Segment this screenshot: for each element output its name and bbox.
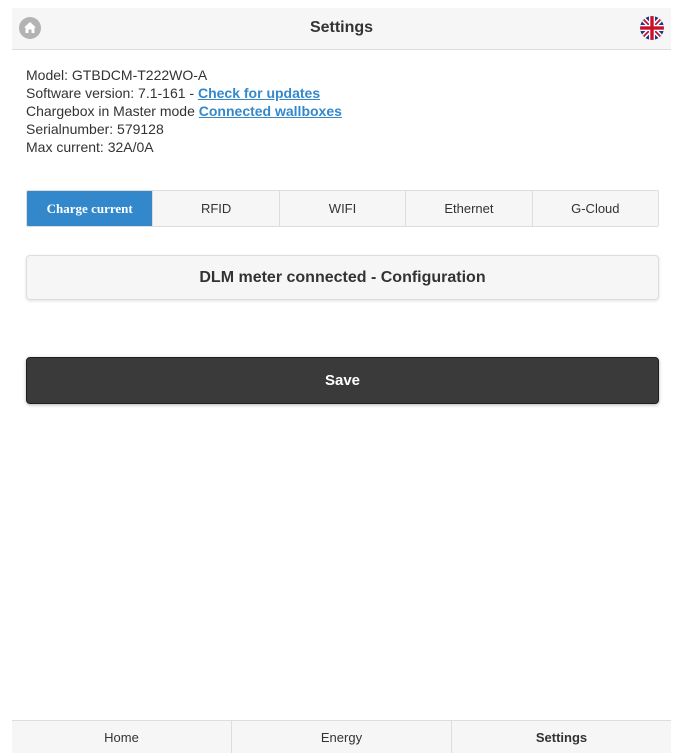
software-version-text: Software version: 7.1-161 -: [26, 85, 198, 101]
tab-ethernet[interactable]: Ethernet: [405, 191, 532, 226]
page-title: Settings: [309, 19, 374, 36]
tab-wifi[interactable]: WIFI: [278, 191, 406, 226]
footer-nav: Home Energy Settings: [12, 720, 671, 753]
software-version-line: Software version: 7.1-161 - Check for up…: [26, 84, 342, 102]
serial-number-text: Serialnumber: 579128: [26, 121, 164, 137]
mode-line: Chargebox in Master mode Connected wallb…: [26, 102, 342, 120]
tab-charge-current[interactable]: Charge current: [27, 191, 153, 226]
footer-tab-energy[interactable]: Energy: [231, 721, 451, 753]
footer-tab-settings[interactable]: Settings: [451, 721, 671, 753]
check-updates-link[interactable]: Check for updates: [198, 85, 320, 101]
settings-tabs: Charge current RFID WIFI Ethernet G-Clou…: [26, 190, 659, 227]
save-button[interactable]: Save: [26, 357, 659, 404]
uk-flag-icon: [640, 16, 664, 40]
footer-tab-home[interactable]: Home: [12, 721, 231, 753]
language-button[interactable]: [640, 16, 664, 40]
connected-wallboxes-link[interactable]: Connected wallboxes: [199, 103, 342, 119]
max-current-text: Max current: 32A/0A: [26, 139, 154, 155]
mode-text: Chargebox in Master mode: [26, 103, 199, 119]
header-bar: Settings: [12, 8, 671, 50]
tab-g-cloud[interactable]: G-Cloud: [531, 191, 658, 226]
app-root: Settings Model: GTBDCM-T222WO-A Software…: [12, 8, 671, 753]
device-info: Model: GTBDCM-T222WO-A Software version:…: [26, 66, 342, 156]
tab-rfid[interactable]: RFID: [152, 191, 279, 226]
model-text: Model: GTBDCM-T222WO-A: [26, 67, 208, 83]
dlm-configuration-button[interactable]: DLM meter connected - Configuration: [26, 255, 659, 300]
